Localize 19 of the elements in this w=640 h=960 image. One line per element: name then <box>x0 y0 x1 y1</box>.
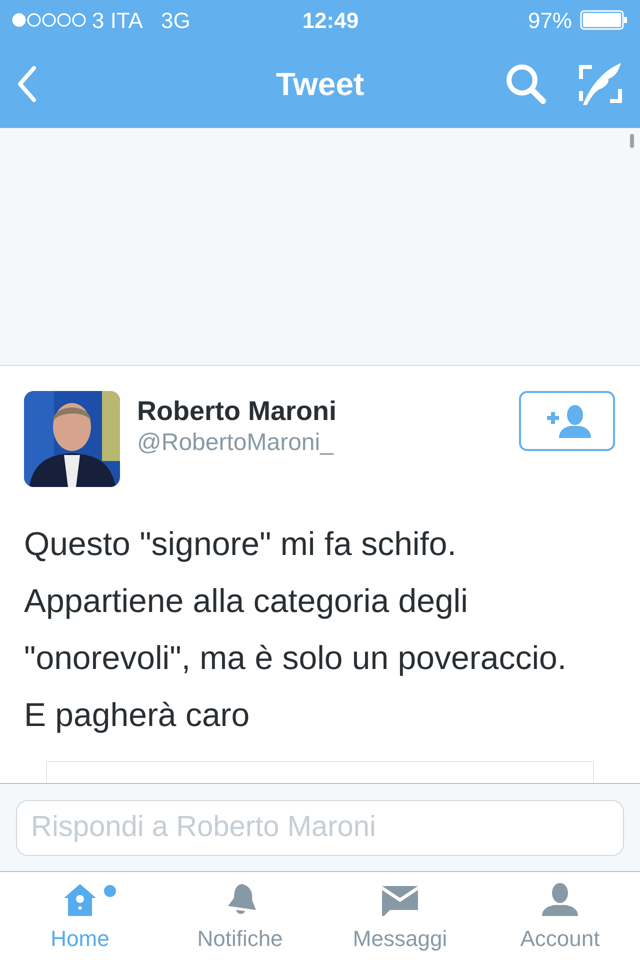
reply-field[interactable]: Rispondi a Roberto Maroni <box>16 800 624 856</box>
battery-text: 97% <box>528 6 572 34</box>
tab-item[interactable]: Messaggi <box>320 872 480 960</box>
follow-button[interactable] <box>519 391 615 451</box>
author-name: Roberto Maroni <box>137 395 336 428</box>
tweet-text: Questo "signore" mi fa schifo. Appartiene alla categoria degli "onorevoli", ma è solo un poveraccio. E pagherà caro <box>24 524 568 735</box>
search-button[interactable] <box>504 62 548 106</box>
clock-text: 12:49 <box>302 6 359 34</box>
tab-item[interactable]: Account <box>480 872 640 960</box>
network-text: 3G <box>160 6 190 34</box>
scroll-bar <box>630 134 634 148</box>
signal-icon <box>12 13 86 27</box>
tab-item[interactable]: Notifiche <box>160 872 320 960</box>
compose-button[interactable] <box>578 61 624 107</box>
tab-item[interactable]: Home <box>0 872 160 960</box>
battery-icon <box>580 10 628 30</box>
carrier-text: 3 ITA <box>92 6 143 34</box>
nav-title: Tweet <box>276 65 364 104</box>
author-handle: @RobertoMaroni_ <box>137 428 335 458</box>
